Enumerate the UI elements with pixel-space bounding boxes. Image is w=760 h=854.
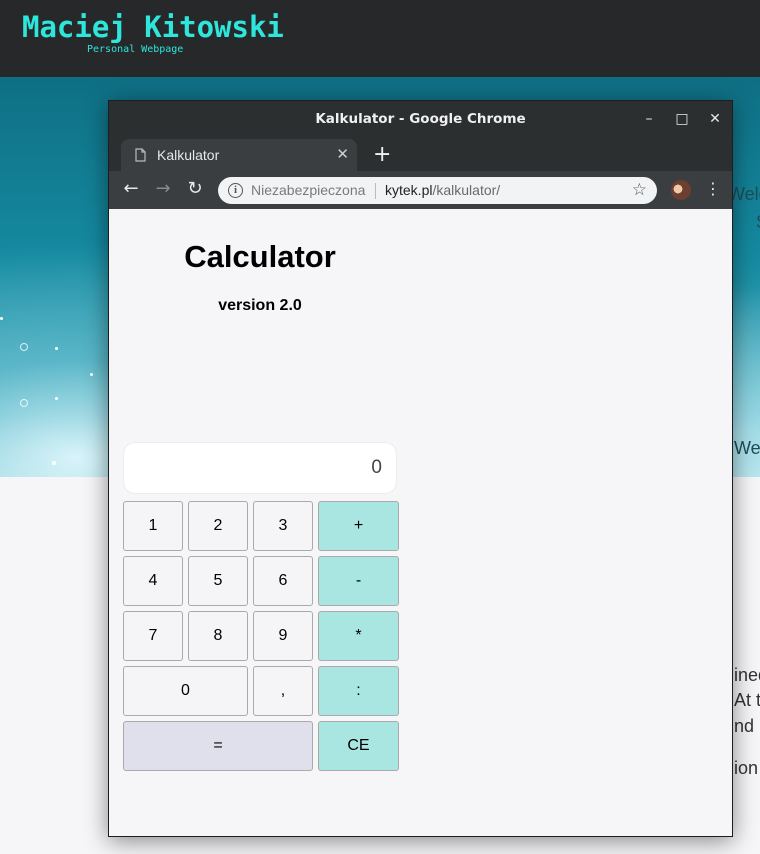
key-8[interactable]: 8 <box>188 611 248 661</box>
key-0[interactable]: 0 <box>123 666 248 716</box>
key-5[interactable]: 5 <box>188 556 248 606</box>
key-4[interactable]: 4 <box>123 556 183 606</box>
key-minus[interactable]: - <box>318 556 399 606</box>
url-path: /kalkulator/ <box>432 182 501 198</box>
tab-close-icon[interactable]: ✕ <box>336 145 349 163</box>
site-paragraph-fragment: ion <box>734 758 759 778</box>
maximize-icon[interactable]: □ <box>672 109 692 129</box>
key-plus[interactable]: + <box>318 501 399 551</box>
key-1[interactable]: 1 <box>123 501 183 551</box>
decor-dot <box>52 461 56 465</box>
info-icon[interactable]: i <box>228 183 243 198</box>
key-7[interactable]: 7 <box>123 611 183 661</box>
reload-icon[interactable]: ↻ <box>183 177 207 201</box>
key-9[interactable]: 9 <box>253 611 313 661</box>
url-host: kytek.pl <box>385 182 433 198</box>
minimize-icon[interactable]: – <box>639 109 659 129</box>
site-paragraph-fragment: ined <box>734 665 760 685</box>
key-multiply[interactable]: * <box>318 611 399 661</box>
browser-toolbar: ← → ↻ i Niezabezpieczona kytek.pl/kalkul… <box>109 171 732 210</box>
tab-label: Kalkulator <box>157 147 220 163</box>
calculator-title: Calculator <box>184 239 336 274</box>
tab-kalkulator[interactable]: Kalkulator ✕ <box>121 139 357 171</box>
address-bar[interactable]: i Niezabezpieczona kytek.pl/kalkulator/ … <box>218 177 657 204</box>
security-label[interactable]: Niezabezpieczona <box>251 182 365 198</box>
chrome-window: Kalkulator - Google Chrome – □ ✕ Kalkula… <box>108 100 733 837</box>
site-title[interactable]: Maciej Kitowski <box>22 10 284 44</box>
decor-ring <box>20 343 28 351</box>
tab-strip: Kalkulator ✕ + <box>109 137 732 171</box>
site-subtitle: Personal Webpage <box>87 44 184 55</box>
decor-dot <box>90 373 93 376</box>
close-icon[interactable]: ✕ <box>705 109 725 129</box>
profile-avatar[interactable] <box>671 180 691 200</box>
menu-icon[interactable]: ⋮ <box>705 179 721 198</box>
site-header: Maciej Kitowski Personal Webpage <box>0 0 760 77</box>
new-tab-icon[interactable]: + <box>373 142 391 167</box>
key-clear[interactable]: CE <box>318 721 399 771</box>
decor-dot <box>0 317 3 320</box>
page-icon <box>135 148 146 162</box>
site-heading-fragment: S <box>756 212 760 233</box>
forward-icon[interactable]: → <box>151 177 175 201</box>
decor-dot <box>55 347 58 350</box>
page-content: Calculator version 2.0 0 1 2 3 + 4 5 6 -… <box>109 209 732 836</box>
key-3[interactable]: 3 <box>253 501 313 551</box>
key-2[interactable]: 2 <box>188 501 248 551</box>
bookmark-star-icon[interactable]: ☆ <box>632 180 647 200</box>
url-text[interactable]: kytek.pl/kalkulator/ <box>385 182 500 198</box>
key-6[interactable]: 6 <box>253 556 313 606</box>
decor-dot <box>55 397 58 400</box>
key-comma[interactable]: , <box>253 666 313 716</box>
site-paragraph-fragment: At t <box>734 690 760 710</box>
calculator-display: 0 <box>123 442 397 494</box>
site-web-fragment: Web <box>734 438 760 458</box>
decor-ring <box>20 399 28 407</box>
key-divide[interactable]: : <box>318 666 399 716</box>
back-icon[interactable]: ← <box>119 177 143 201</box>
key-equals[interactable]: = <box>123 721 313 771</box>
calculator-version: version 2.0 <box>218 297 302 314</box>
window-titlebar[interactable]: Kalkulator - Google Chrome – □ ✕ <box>109 101 732 137</box>
site-paragraph-fragment: nd U <box>734 716 760 736</box>
omnibox-divider <box>375 183 376 199</box>
